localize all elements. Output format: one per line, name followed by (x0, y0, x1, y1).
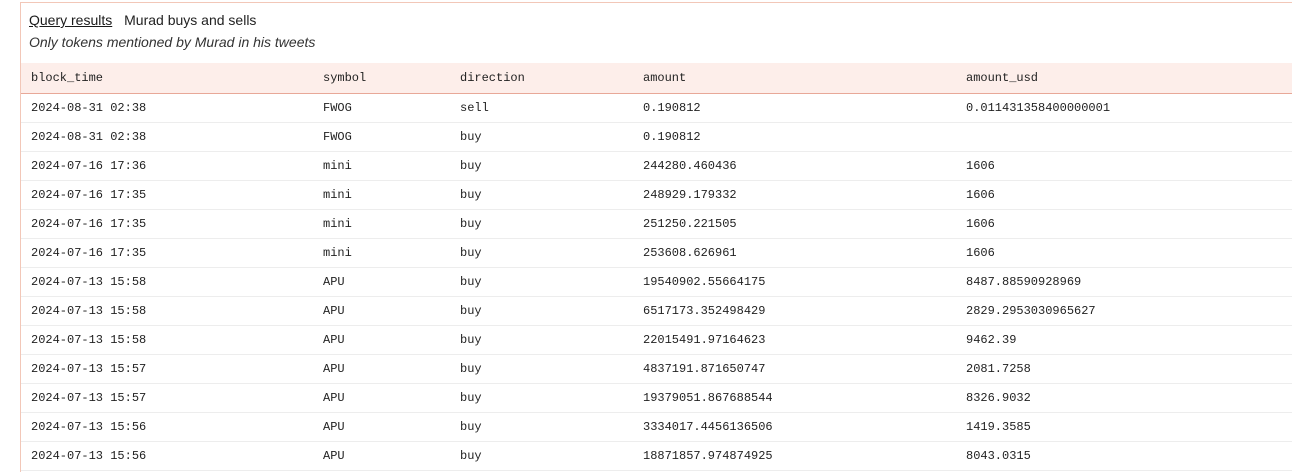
table-row: 2024-07-13 15:56 APU buy 3334017.4456136… (21, 412, 1292, 442)
cell-block-time: 2024-07-13 15:57 (21, 354, 313, 384)
cell-amount: 251250.221505 (633, 209, 956, 239)
cell-amount: 253608.626961 (633, 238, 956, 268)
cell-amount-usd: 1606 (956, 180, 1292, 210)
cell-amount-usd: 8326.9032 (956, 383, 1292, 413)
cell-symbol: mini (313, 180, 450, 210)
cell-amount: 22015491.97164623 (633, 325, 956, 355)
cell-amount: 19379051.867688544 (633, 383, 956, 413)
cell-symbol: APU (313, 296, 450, 326)
table-row: 2024-07-13 15:58 APU buy 19540902.556641… (21, 267, 1292, 297)
cell-amount: 4837191.871650747 (633, 354, 956, 384)
cell-amount: 3334017.4456136506 (633, 412, 956, 442)
cell-symbol: APU (313, 441, 450, 471)
cell-block-time: 2024-07-13 15:58 (21, 296, 313, 326)
cell-amount-usd: 1419.3585 (956, 412, 1292, 442)
table-row: 2024-07-16 17:35 mini buy 251250.221505 … (21, 209, 1292, 239)
cell-direction: sell (450, 93, 633, 123)
cell-direction: buy (450, 180, 633, 210)
cell-block-time: 2024-07-16 17:35 (21, 180, 313, 210)
table-row: 2024-07-13 15:56 APU buy 18871857.974874… (21, 441, 1292, 471)
table-body: 2024-08-31 02:38 FWOG sell 0.190812 0.01… (21, 93, 1292, 471)
column-header-block-time[interactable]: block_time (21, 63, 313, 94)
cell-block-time: 2024-07-13 15:57 (21, 383, 313, 413)
table-row: 2024-07-16 17:35 mini buy 253608.626961 … (21, 238, 1292, 268)
cell-amount-usd: 1606 (956, 151, 1292, 181)
cell-symbol: APU (313, 354, 450, 384)
cell-direction: buy (450, 325, 633, 355)
cell-block-time: 2024-07-13 15:56 (21, 412, 313, 442)
table-row: 2024-08-31 02:38 FWOG buy 0.190812 (21, 122, 1292, 152)
cell-amount-usd: 9462.39 (956, 325, 1292, 355)
cell-amount-usd: 1606 (956, 238, 1292, 268)
cell-amount-usd (956, 122, 1292, 152)
cell-amount: 244280.460436 (633, 151, 956, 181)
cell-symbol: APU (313, 267, 450, 297)
cell-block-time: 2024-08-31 02:38 (21, 93, 313, 123)
cell-amount: 6517173.352498429 (633, 296, 956, 326)
column-header-direction[interactable]: direction (450, 63, 633, 94)
table-row: 2024-07-13 15:58 APU buy 6517173.3524984… (21, 296, 1292, 326)
cell-symbol: mini (313, 151, 450, 181)
cell-amount: 19540902.55664175 (633, 267, 956, 297)
cell-block-time: 2024-08-31 02:38 (21, 122, 313, 152)
cell-amount: 248929.179332 (633, 180, 956, 210)
cell-block-time: 2024-07-13 15:56 (21, 441, 313, 471)
cell-direction: buy (450, 267, 633, 297)
cell-direction: buy (450, 209, 633, 239)
table-row: 2024-07-13 15:57 APU buy 4837191.8716507… (21, 354, 1292, 384)
cell-block-time: 2024-07-13 15:58 (21, 267, 313, 297)
table-header-row: block_time symbol direction amount amoun… (21, 63, 1292, 94)
cell-amount-usd: 1606 (956, 209, 1292, 239)
cell-amount-usd: 0.011431358400000001 (956, 93, 1292, 123)
cell-amount: 0.190812 (633, 93, 956, 123)
query-title: Murad buys and sells (124, 12, 257, 28)
cell-symbol: APU (313, 325, 450, 355)
table-row: 2024-08-31 02:38 FWOG sell 0.190812 0.01… (21, 93, 1292, 123)
column-header-amount-usd[interactable]: amount_usd (956, 63, 1292, 94)
cell-block-time: 2024-07-16 17:35 (21, 238, 313, 268)
cell-block-time: 2024-07-16 17:35 (21, 209, 313, 239)
cell-amount-usd: 2081.7258 (956, 354, 1292, 384)
cell-amount-usd: 2829.2953030965627 (956, 296, 1292, 326)
cell-symbol: mini (313, 238, 450, 268)
table-row: 2024-07-13 15:58 APU buy 22015491.971646… (21, 325, 1292, 355)
cell-symbol: FWOG (313, 93, 450, 123)
cell-direction: buy (450, 151, 633, 181)
cell-direction: buy (450, 122, 633, 152)
cell-amount: 18871857.974874925 (633, 441, 956, 471)
cell-amount-usd: 8487.88590928969 (956, 267, 1292, 297)
cell-symbol: APU (313, 412, 450, 442)
cell-amount: 0.190812 (633, 122, 956, 152)
cell-symbol: FWOG (313, 122, 450, 152)
column-header-symbol[interactable]: symbol (313, 63, 450, 94)
cell-block-time: 2024-07-13 15:58 (21, 325, 313, 355)
cell-direction: buy (450, 354, 633, 384)
table-row: 2024-07-16 17:36 mini buy 244280.460436 … (21, 151, 1292, 181)
cell-amount-usd: 8043.0315 (956, 441, 1292, 471)
cell-direction: buy (450, 412, 633, 442)
table-row: 2024-07-13 15:57 APU buy 19379051.867688… (21, 383, 1292, 413)
query-results-panel: Query results Murad buys and sells Only … (20, 2, 1292, 472)
cell-direction: buy (450, 238, 633, 268)
query-subtitle: Only tokens mentioned by Murad in his tw… (29, 34, 316, 50)
results-table: block_time symbol direction amount amoun… (21, 63, 1292, 471)
cell-symbol: APU (313, 383, 450, 413)
panel-header: Query results Murad buys and sells (29, 12, 256, 28)
query-results-tab[interactable]: Query results (29, 12, 112, 28)
cell-direction: buy (450, 383, 633, 413)
cell-direction: buy (450, 441, 633, 471)
column-header-amount[interactable]: amount (633, 63, 956, 94)
cell-block-time: 2024-07-16 17:36 (21, 151, 313, 181)
cell-symbol: mini (313, 209, 450, 239)
table-row: 2024-07-16 17:35 mini buy 248929.179332 … (21, 180, 1292, 210)
cell-direction: buy (450, 296, 633, 326)
